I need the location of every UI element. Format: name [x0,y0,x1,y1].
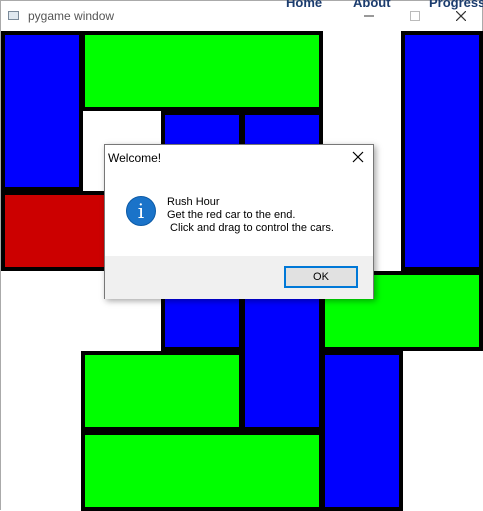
maximize-button[interactable] [392,1,438,31]
car-green-horizontal-3[interactable] [81,351,243,431]
background-tab-home: Home [286,0,323,10]
dialog-title: Welcome! [108,151,162,165]
pygame-window: pygame window Home About Progress Welcom… [0,0,483,511]
car-green-horizontal-1[interactable] [81,31,323,111]
dialog-footer: OK [105,256,373,299]
car-blue-vertical-1[interactable] [1,31,83,191]
app-icon [8,11,19,20]
minimize-icon [364,15,374,17]
car-blue-vertical-6[interactable] [321,351,403,511]
dialog-message-line-2: Get the red car to the end. [167,209,296,221]
maximize-icon [410,11,420,21]
car-green-horizontal-4[interactable] [81,431,323,511]
title-bar[interactable]: pygame window Home About Progress [1,0,483,31]
info-icon: i [126,196,156,226]
dialog-message-line-3: Click and drag to control the cars. [167,222,334,234]
dialog-message-line-1: Rush Hour [167,196,220,208]
dialog-close-button[interactable] [349,148,367,166]
close-icon [456,11,466,21]
ok-button[interactable]: OK [284,266,358,288]
close-icon [352,151,364,163]
window-title: pygame window [28,9,115,23]
welcome-dialog: Welcome! i Rush Hour Get the red car to … [104,144,374,299]
car-blue-vertical-2[interactable] [401,31,483,271]
minimize-button[interactable] [346,1,392,31]
close-button[interactable] [438,1,483,31]
